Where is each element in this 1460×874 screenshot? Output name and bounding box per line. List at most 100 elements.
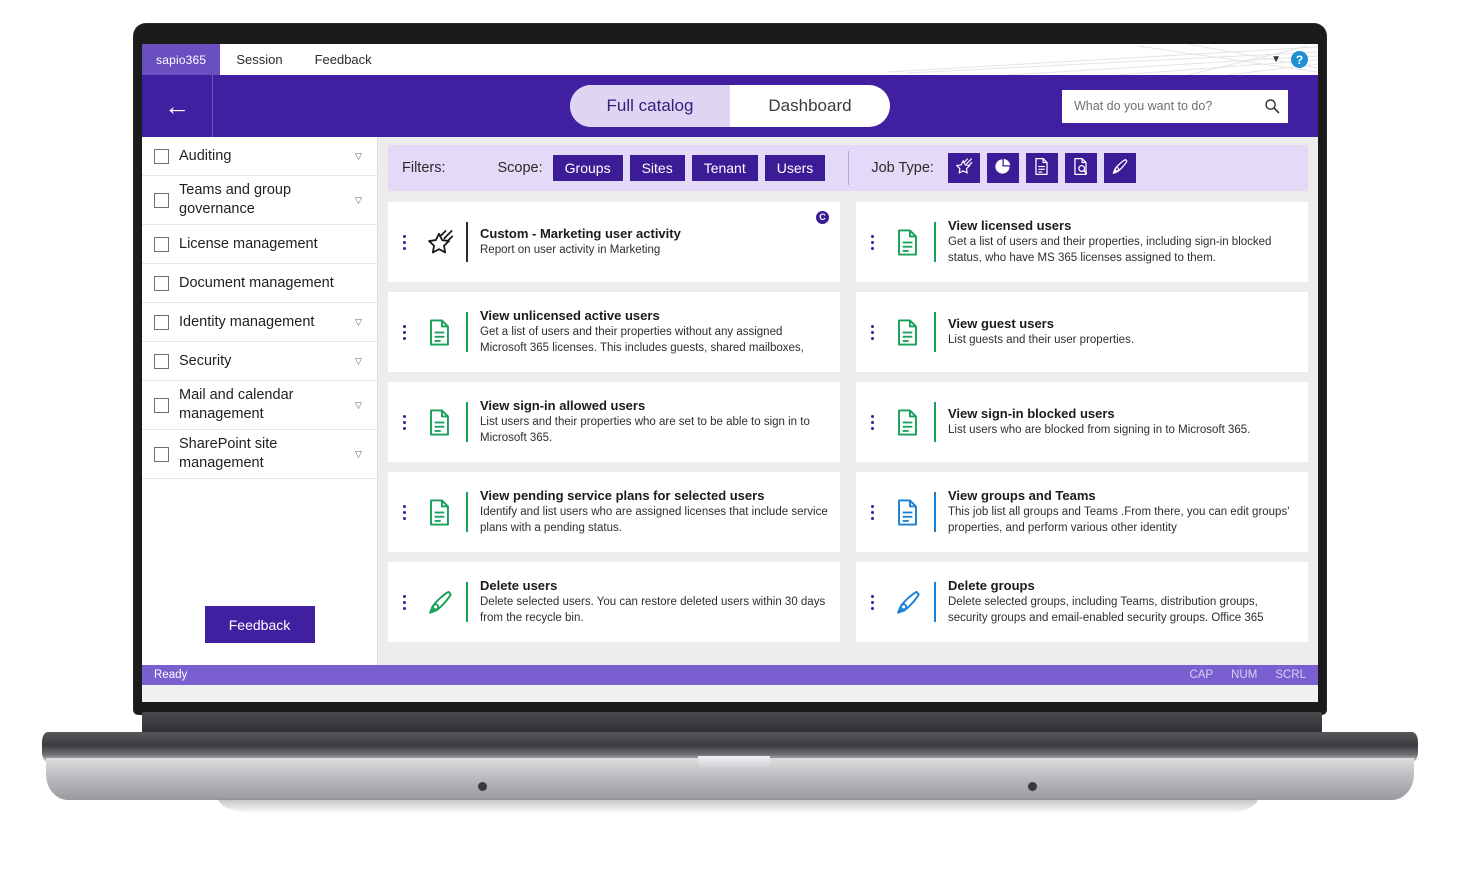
screenshot-stage: sapio365 Session Feedback ▼ ? ← Full cat… [0, 0, 1460, 874]
card-title: View licensed users [948, 218, 1072, 234]
document-icon [886, 228, 928, 257]
sidebar-item-label: Document management [179, 274, 334, 291]
search-box[interactable] [1062, 89, 1288, 123]
job-card[interactable]: View sign-in allowed users List users and… [388, 382, 840, 462]
menu-bar: sapio365 Session Feedback ▼ ? [142, 44, 1318, 75]
search-input[interactable] [1072, 98, 1264, 114]
job-card[interactable]: View licensed users Get a list of users a… [856, 202, 1308, 282]
chevron-down-icon[interactable]: ▽ [352, 356, 365, 367]
sidebar-feedback-area: Feedback [142, 606, 377, 665]
card-overflow-menu-icon[interactable] [862, 324, 882, 340]
tab-dashboard[interactable]: Dashboard [730, 85, 890, 127]
card-accent-rule [934, 222, 936, 262]
sidebar-item-security[interactable]: Security ▽ [142, 342, 377, 381]
view-tab-switch: Full catalog Dashboard [570, 85, 890, 127]
document-icon [886, 408, 928, 437]
job-card[interactable]: View sign-in blocked users List users who… [856, 382, 1308, 462]
sidebar-item-checkbox[interactable] [154, 192, 169, 208]
scope-chip-groups[interactable]: Groups [552, 155, 623, 181]
chevron-down-icon[interactable]: ▽ [352, 195, 365, 206]
job-type-button-shooting-star[interactable] [947, 153, 980, 183]
card-overflow-menu-icon[interactable] [394, 594, 414, 610]
sidebar-category-list: Auditing ▽ Teams and group governance ▽ Lice… [142, 137, 377, 479]
sidebar-item-checkbox[interactable] [154, 446, 169, 462]
card-overflow-menu-icon[interactable] [394, 324, 414, 340]
sidebar-item-sharepoint-site-management[interactable]: SharePoint site management ▽ [142, 430, 377, 479]
job-card[interactable]: Delete groups Delete selected groups, inc… [856, 562, 1308, 642]
card-accent-rule [466, 312, 468, 352]
sidebar-item-label: Security [179, 352, 232, 369]
sidebar-item-teams-and-group-governance[interactable]: Teams and group governance ▽ [142, 176, 377, 225]
sidebar-item-checkbox[interactable] [154, 397, 169, 413]
card-overflow-menu-icon[interactable] [862, 234, 882, 250]
job-card[interactable]: View unlicensed active users Get a list o… [388, 292, 840, 372]
card-custom-badge: C [816, 211, 829, 224]
chevron-down-icon[interactable]: ▽ [352, 151, 365, 162]
app-header: ← Full catalog Dashboard [142, 75, 1318, 137]
card-text-block: View licensed users Get a list of users a… [948, 218, 1298, 266]
help-circle-icon[interactable]: ? [1291, 51, 1308, 68]
sidebar-item-checkbox[interactable] [154, 236, 169, 252]
card-overflow-menu-icon[interactable] [862, 504, 882, 520]
job-type-button-pen-edit[interactable] [1103, 153, 1136, 183]
job-type-button-group [947, 153, 1143, 183]
sidebar-item-auditing[interactable]: Auditing ▽ [142, 137, 377, 176]
card-overflow-menu-icon[interactable] [394, 414, 414, 430]
menu-item-feedback[interactable]: Feedback [299, 44, 388, 75]
sidebar-item-identity-management[interactable]: Identity management ▽ [142, 303, 377, 342]
sidebar-item-checkbox[interactable] [154, 275, 169, 291]
card-overflow-menu-icon[interactable] [394, 504, 414, 520]
scope-chip-sites[interactable]: Sites [629, 155, 685, 181]
pen-edit-icon [886, 588, 928, 617]
card-accent-rule [466, 402, 468, 442]
sidebar-item-checkbox[interactable] [154, 148, 169, 164]
card-description: Identify and list users who are assigned… [480, 506, 828, 534]
chevron-down-icon[interactable]: ▼ [1271, 54, 1281, 65]
card-text-block: Custom - Marketing user activity Report o… [480, 226, 830, 258]
back-button[interactable]: ← [142, 75, 213, 137]
card-overflow-menu-icon[interactable] [394, 234, 414, 250]
job-card[interactable]: View pending service plans for selected … [388, 472, 840, 552]
shooting-star-icon [954, 157, 973, 179]
menu-item-session[interactable]: Session [220, 44, 298, 75]
sidebar-item-mail-and-calendar-management[interactable]: Mail and calendar management ▽ [142, 381, 377, 430]
document-icon [418, 408, 460, 437]
card-text-block: View pending service plans for selected … [480, 488, 830, 536]
filters-bar: Filters: Scope: Groups Sites Tenant Users J… [388, 145, 1308, 191]
sidebar: Auditing ▽ Teams and group governance ▽ Lice… [142, 137, 378, 665]
job-card[interactable]: Delete users Delete selected users. You c… [388, 562, 840, 642]
tab-full-catalog[interactable]: Full catalog [570, 85, 730, 127]
job-card[interactable]: Custom - Marketing user activity Report o… [388, 202, 840, 282]
sidebar-item-document-management[interactable]: Document management [142, 264, 377, 303]
card-overflow-menu-icon[interactable] [862, 594, 882, 610]
card-title: View sign-in allowed users [480, 398, 646, 414]
chevron-down-icon[interactable]: ▽ [352, 317, 365, 328]
feedback-button[interactable]: Feedback [204, 606, 315, 643]
chevron-down-icon[interactable]: ▽ [352, 449, 365, 460]
scope-chip-users[interactable]: Users [764, 155, 826, 181]
document-icon [418, 318, 460, 347]
card-overflow-menu-icon[interactable] [862, 414, 882, 430]
card-accent-rule [934, 582, 936, 622]
job-card[interactable]: View groups and Teams This job list all g… [856, 472, 1308, 552]
chevron-down-icon[interactable]: ▽ [352, 400, 365, 411]
sidebar-item-license-management[interactable]: License management [142, 225, 377, 264]
job-type-button-document[interactable] [1025, 153, 1058, 183]
card-text-block: View sign-in blocked users List users who… [948, 406, 1298, 438]
sidebar-item-label: Identity management [179, 313, 315, 330]
card-description: List users who are blocked from signing … [948, 423, 1251, 436]
scope-chip-tenant[interactable]: Tenant [691, 155, 758, 181]
status-indicator-cap: CAP [1189, 669, 1214, 681]
card-title: View unlicensed active users [480, 308, 660, 324]
status-indicator-num: NUM [1231, 669, 1258, 681]
header-decoration-lines [888, 44, 1318, 75]
job-type-button-document-search[interactable] [1064, 153, 1097, 183]
sidebar-item-checkbox[interactable] [154, 314, 169, 330]
sidebar-item-label: Teams and group governance [179, 182, 292, 217]
card-text-block: Delete users Delete selected users. You c… [480, 578, 830, 626]
brand-tab[interactable]: sapio365 [142, 44, 221, 75]
job-card[interactable]: View guest users List guests and their us… [856, 292, 1308, 372]
job-type-button-pie-chart[interactable] [986, 153, 1019, 183]
sidebar-item-checkbox[interactable] [154, 353, 169, 369]
laptop-foot-right [1028, 782, 1037, 791]
